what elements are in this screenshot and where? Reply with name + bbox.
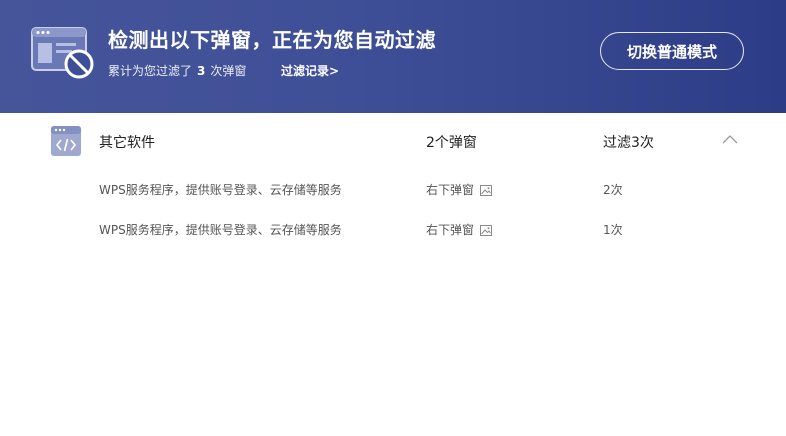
page-title: 检测出以下弹窗，正在为您自动过滤 [108, 28, 436, 52]
group-name: 其它软件 [99, 135, 155, 151]
code-window-icon [51, 126, 81, 156]
summary-suffix: 次弹窗 [210, 64, 247, 78]
group-popup-count: 2个弹窗 [426, 135, 477, 151]
chevron-up-icon[interactable] [722, 134, 738, 144]
item-position-label: 右下弹窗 [426, 183, 475, 197]
item-description: WPS服务程序，提供账号登录、云存储等服务 [99, 223, 342, 237]
filter-summary: 累计为您过滤了 3 次弹窗 [108, 62, 246, 79]
image-icon[interactable] [480, 185, 493, 196]
blocked-window-icon [31, 27, 94, 79]
item-times: 1次 [603, 223, 623, 237]
item-position: 右下弹窗 [426, 221, 493, 238]
switch-normal-mode-button[interactable]: 切换普通模式 [600, 32, 744, 70]
header-banner: 检测出以下弹窗，正在为您自动过滤 累计为您过滤了 3 次弹窗 过滤记录> 切换普通模… [0, 0, 786, 113]
filter-log-link[interactable]: 过滤记录> [281, 62, 339, 79]
item-position-label: 右下弹窗 [426, 223, 475, 237]
item-position: 右下弹窗 [426, 181, 493, 198]
item-description: WPS服务程序，提供账号登录、云存储等服务 [99, 183, 342, 197]
filtered-count: 3 [197, 64, 206, 78]
image-icon[interactable] [480, 225, 493, 236]
summary-prefix: 累计为您过滤了 [108, 64, 193, 78]
group-filter-count: 过滤3次 [603, 135, 654, 151]
item-times: 2次 [603, 183, 623, 197]
